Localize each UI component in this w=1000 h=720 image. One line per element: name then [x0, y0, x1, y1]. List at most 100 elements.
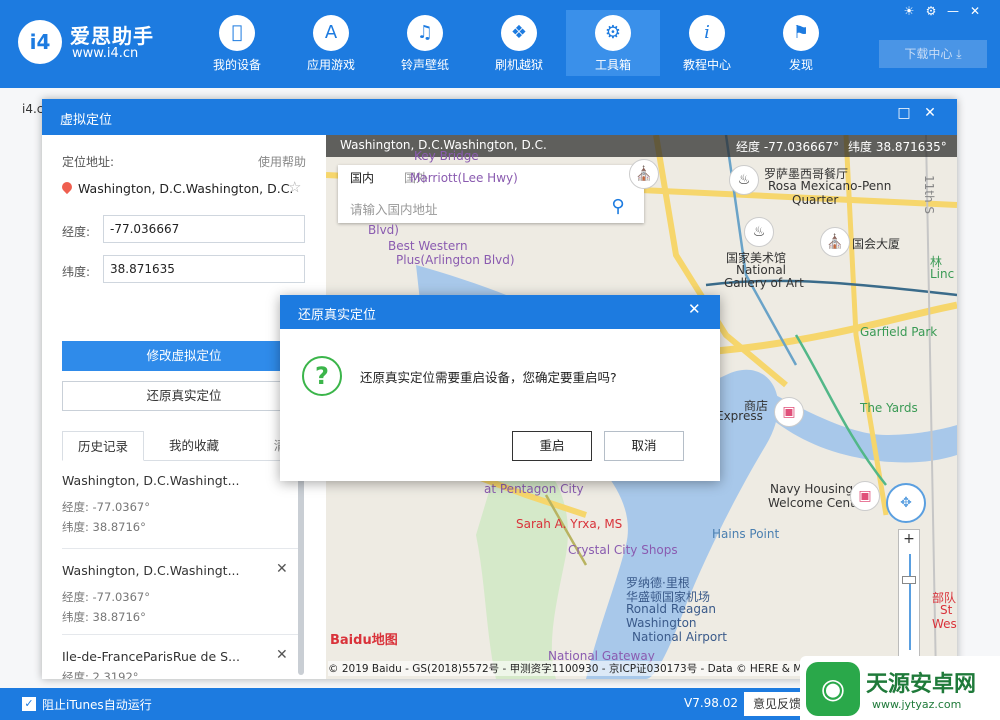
window-controls: ☀ ⚙ — ✕	[898, 4, 986, 18]
delete-icon[interactable]: ✕	[276, 647, 288, 663]
shirt-icon[interactable]: ☀	[898, 4, 920, 18]
longitude-field[interactable]: -77.036667	[103, 215, 305, 243]
dialog-message: 还原真实定位需要重启设备，您确定要重启吗?	[360, 370, 617, 385]
map-label: Crystal City Shops	[568, 543, 678, 557]
close-icon[interactable]: ✕	[688, 300, 701, 318]
museum-icon[interactable]: ♨	[744, 217, 774, 247]
watermark: ◉ 天源安卓网 www.jytyaz.com	[800, 656, 1000, 720]
help-link[interactable]: 使用帮助	[258, 153, 306, 170]
itunes-checkbox[interactable]: ✓	[22, 697, 36, 711]
map-pan-control[interactable]: ✥	[886, 483, 926, 523]
address-value: Washington, D.C.Washington, D.C.	[78, 181, 294, 196]
restaurant-icon[interactable]: ♨	[729, 165, 759, 195]
download-center-button[interactable]: 下载中心 ⤓	[879, 40, 987, 68]
app-store-icon: A	[313, 15, 349, 51]
landmark-icon[interactable]: ⛪	[629, 159, 659, 189]
map-label: St	[940, 603, 953, 617]
app-name: 爱思助手	[70, 24, 154, 48]
shop-icon[interactable]: ▣	[774, 397, 804, 427]
close-icon[interactable]: ✕	[964, 4, 986, 18]
map-label: Marriott(Lee Hwy)	[410, 171, 518, 185]
map-label: Express	[716, 409, 763, 423]
maximize-icon[interactable]: □	[891, 105, 917, 121]
music-icon: ♫	[407, 15, 443, 51]
flag-icon: ⚑	[783, 15, 819, 51]
delete-icon[interactable]: ✕	[276, 561, 288, 577]
tab-history[interactable]: 历史记录	[62, 431, 144, 461]
cancel-button[interactable]: 取消	[604, 431, 684, 461]
restart-button[interactable]: 重启	[512, 431, 592, 461]
nav-ringtones[interactable]: ♫ 铃声壁纸	[378, 10, 472, 76]
map-copyright: © 2019 Baidu - GS(2018)5572号 - 甲测资字11009…	[328, 661, 835, 676]
history-lng: 经度: 2.3192°	[62, 670, 139, 679]
download-center-label: 下载中心	[904, 47, 953, 61]
close-icon[interactable]: ✕	[917, 105, 943, 121]
nav-my-device[interactable]:  我的设备	[190, 10, 284, 76]
history-lng: 经度: -77.0367°	[62, 500, 150, 514]
nav-tutorials[interactable]: i 教程中心	[660, 10, 754, 76]
map-label: 林	[930, 255, 943, 269]
map-label: Navy Housing	[770, 482, 854, 496]
download-icon: ⤓	[956, 47, 962, 61]
capitol-icon[interactable]: ⛪	[820, 227, 850, 257]
search-icon[interactable]: ⚲	[598, 193, 638, 221]
map-label: National Airport	[632, 630, 727, 644]
nav-label: 发现	[788, 58, 813, 72]
history-title: Washington, D.C.Washingt...	[62, 473, 240, 488]
dropbox-icon: ❖	[501, 15, 537, 51]
history-title: Washington, D.C.Washingt...	[62, 563, 240, 578]
map-search-input[interactable]: 请输入国内地址	[350, 199, 438, 218]
nav-label: 工具箱	[594, 58, 631, 72]
watermark-url: www.jytyaz.com	[872, 698, 962, 711]
longitude-label: 经度:	[62, 225, 91, 239]
nav-label: 刷机越狱	[494, 58, 543, 72]
history-lat: 纬度: 38.8716°	[62, 520, 146, 534]
history-scrollbar[interactable]	[298, 475, 304, 675]
map-label: National	[736, 263, 787, 277]
map-label: Wes	[932, 617, 957, 631]
map-label: Gallery of Art	[724, 276, 804, 290]
version-text: V7.98.02	[684, 696, 739, 710]
nav-apps[interactable]: A 应用游戏	[284, 10, 378, 76]
zoom-in-icon[interactable]: +	[899, 530, 919, 548]
shop-icon[interactable]: ▣	[850, 481, 880, 511]
tab-favorites[interactable]: 我的收藏	[154, 431, 234, 461]
map-label: Plus(Arlington Blvd)	[396, 253, 515, 267]
baidu-map-logo: Baidu地图	[330, 633, 398, 648]
settings-icon[interactable]: ⚙	[920, 4, 942, 18]
app-logo[interactable]: i4 爱思助手 www.i4.cn	[18, 18, 188, 68]
zoom-slider-handle[interactable]	[902, 576, 916, 584]
modify-location-button[interactable]: 修改虚拟定位	[62, 341, 306, 371]
nav-label: 我的设备	[212, 58, 261, 72]
nav-discover[interactable]: ⚑ 发现	[754, 10, 848, 76]
android-logo-icon: ◉	[806, 662, 860, 716]
map-label: 11th S	[922, 175, 936, 215]
virtual-location-titlebar: 虚拟定位 □ ✕	[42, 99, 957, 135]
map-lng-text: 经度 -77.036667°	[736, 140, 840, 154]
map-zoom-control[interactable]: + –	[898, 529, 920, 669]
latitude-field[interactable]: 38.871635	[103, 255, 305, 283]
map-label: Washington	[626, 616, 697, 630]
top-bar: i4 爱思助手 www.i4.cn  我的设备 A 应用游戏 ♫ 铃声壁纸 ❖…	[0, 0, 1000, 88]
i4-logo-icon: i4	[18, 20, 62, 64]
history-item[interactable]: Washington, D.C.Washingt... 经度: -77.0367…	[62, 463, 302, 549]
history-item[interactable]: Ile-de-FranceParisRue de S... ✕ 经度: 2.31…	[62, 635, 302, 679]
location-pin-icon	[59, 179, 75, 195]
map-label: Key Bridge	[414, 149, 479, 163]
map-label: 国会大厦	[852, 237, 901, 251]
zoom-track	[909, 554, 911, 650]
itunes-checkbox-label[interactable]: 阻止iTunes自动运行	[42, 696, 152, 713]
nav-label: 铃声壁纸	[400, 58, 449, 72]
question-icon: ?	[302, 356, 342, 396]
history-item[interactable]: Washington, D.C.Washingt... ✕ 经度: -77.03…	[62, 549, 302, 635]
map-label: Rosa Mexicano-Penn	[768, 179, 892, 193]
favorite-star-icon[interactable]: ☆	[288, 178, 301, 196]
address-label: 定位地址:	[62, 155, 115, 169]
restore-location-button[interactable]: 还原真实定位	[62, 381, 306, 411]
minimize-icon[interactable]: —	[942, 4, 964, 18]
nav-toolbox[interactable]: ⚙ 工具箱	[566, 10, 660, 76]
nav-flash[interactable]: ❖ 刷机越狱	[472, 10, 566, 76]
map-label: Blvd)	[368, 223, 399, 237]
map-lat-text: 纬度 38.871635°	[848, 140, 947, 154]
tab-domestic[interactable]: 国内	[350, 169, 374, 186]
